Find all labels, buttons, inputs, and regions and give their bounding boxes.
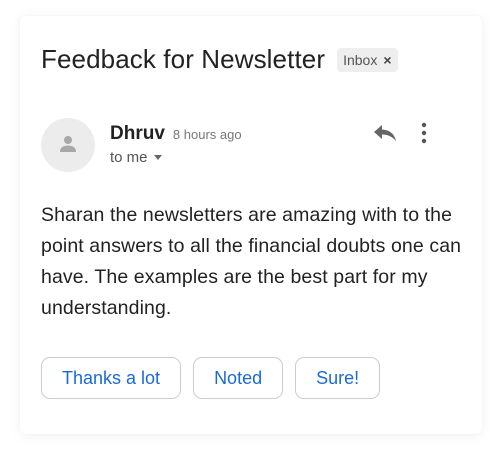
inbox-label-chip: Inbox × (337, 47, 398, 72)
recipient-toggle[interactable]: to me (110, 149, 162, 166)
label-text: Inbox (343, 51, 378, 68)
more-options-button[interactable] (418, 122, 430, 149)
reply-arrow-icon (374, 125, 396, 141)
subject-row: Feedback for Newsletter Inbox × (41, 44, 398, 75)
smart-reply-thanks-button[interactable]: Thanks a lot (41, 357, 182, 399)
vertical-dots-icon (421, 122, 427, 144)
timestamp: 8 hours ago (172, 127, 242, 142)
remove-label-icon[interactable]: × (383, 52, 391, 68)
email-subject: Feedback for Newsletter (41, 44, 326, 74)
recipient-text: to me (110, 149, 148, 166)
email-body: Sharan the newsletters are amazing with … (41, 204, 462, 319)
reply-button[interactable] (372, 123, 398, 148)
smart-reply-sure-button[interactable]: Sure! (295, 357, 381, 399)
sender-row: Dhruv 8 hours ago (110, 123, 242, 145)
email-card: Feedback for Newsletter Inbox × Dhruv 8 … (20, 16, 482, 434)
sender-name: Dhruv (110, 123, 165, 144)
caret-down-icon (153, 155, 162, 160)
smart-reply-noted-button[interactable]: Noted (193, 357, 284, 399)
avatar (41, 118, 95, 172)
person-icon (60, 136, 76, 152)
smart-replies: Thanks a lot Noted Sure! (41, 357, 392, 399)
